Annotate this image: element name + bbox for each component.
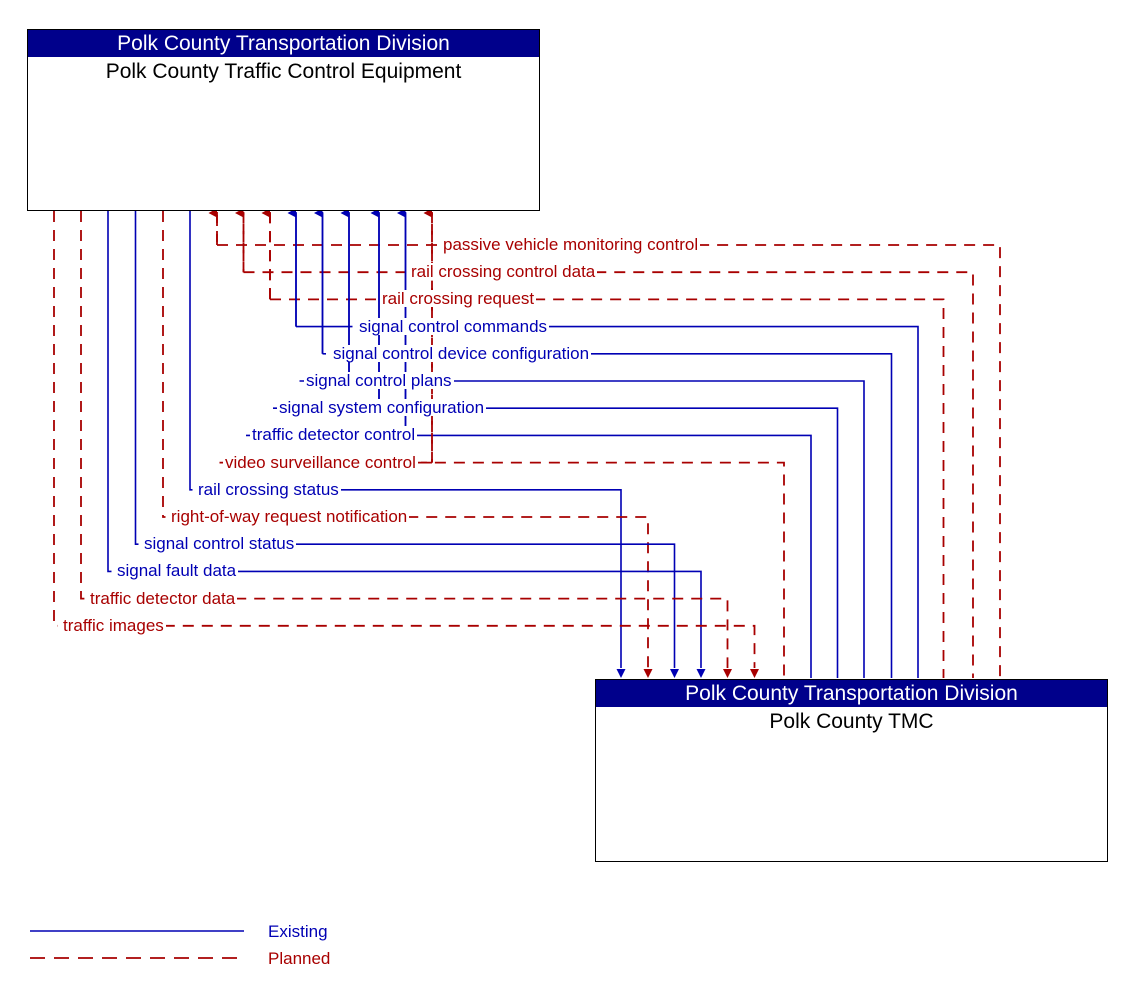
connector-line <box>294 543 676 668</box>
connector-line <box>236 570 702 668</box>
connector-line <box>484 407 839 678</box>
connector-line <box>53 211 58 627</box>
connector-arrow <box>750 669 759 678</box>
connector-arrow <box>616 669 626 678</box>
node-traffic-control-equipment[interactable]: Polk County Transportation Division Polk… <box>27 29 540 211</box>
legend-existing-label: Existing <box>268 922 328 941</box>
node-name-label: Polk County Traffic Control Equipment <box>105 60 462 83</box>
connector-line <box>80 211 85 600</box>
flow-label: signal control device configuration <box>331 343 592 363</box>
flow-label: signal control commands <box>357 316 550 336</box>
connector-line <box>589 353 893 678</box>
flow-label: rail crossing status <box>196 479 341 499</box>
flow-label: right-of-way request notification <box>169 507 410 526</box>
diagram-canvas: Polk County Transportation Division Polk… <box>0 0 1131 998</box>
connector-arrow <box>643 669 653 678</box>
flow-label: rail crossing control data <box>409 262 598 282</box>
node-stakeholder-label: Polk County Transportation Division <box>28 30 539 57</box>
flow-label: signal fault data <box>115 561 239 581</box>
connector-line <box>134 211 139 545</box>
connector-line <box>534 298 945 678</box>
flow-label: traffic images <box>61 615 166 635</box>
flow-label: video surveillance control <box>223 452 418 472</box>
legend-planned-label: Planned <box>268 949 331 968</box>
flow-label: rail crossing request <box>380 289 537 309</box>
connector-arrow <box>696 669 706 678</box>
connector-line <box>162 211 166 518</box>
connector-line <box>698 244 1001 678</box>
flow-label: signal system configuration <box>277 398 487 418</box>
node-tmc[interactable]: Polk County Transportation Division Polk… <box>595 679 1108 862</box>
connector-line <box>189 211 193 491</box>
connector-arrow <box>723 669 732 678</box>
flow-label: traffic detector control <box>250 425 418 445</box>
connector-line <box>163 624 756 668</box>
connector-arrow <box>670 669 679 678</box>
connector-line <box>407 516 649 668</box>
connector-line <box>415 434 812 678</box>
node-name-label: Polk County TMC <box>769 710 934 733</box>
connector-line <box>451 380 865 678</box>
flow-label: signal control plans <box>304 371 454 390</box>
connector-line <box>235 597 729 668</box>
connector-line <box>107 211 112 573</box>
flow-label: passive vehicle monitoring control <box>441 235 701 254</box>
node-stakeholder-label: Polk County Transportation Division <box>596 680 1107 707</box>
connector-line <box>415 461 785 678</box>
flow-label: signal control status <box>142 534 297 554</box>
flow-label: traffic detector data <box>88 588 238 608</box>
